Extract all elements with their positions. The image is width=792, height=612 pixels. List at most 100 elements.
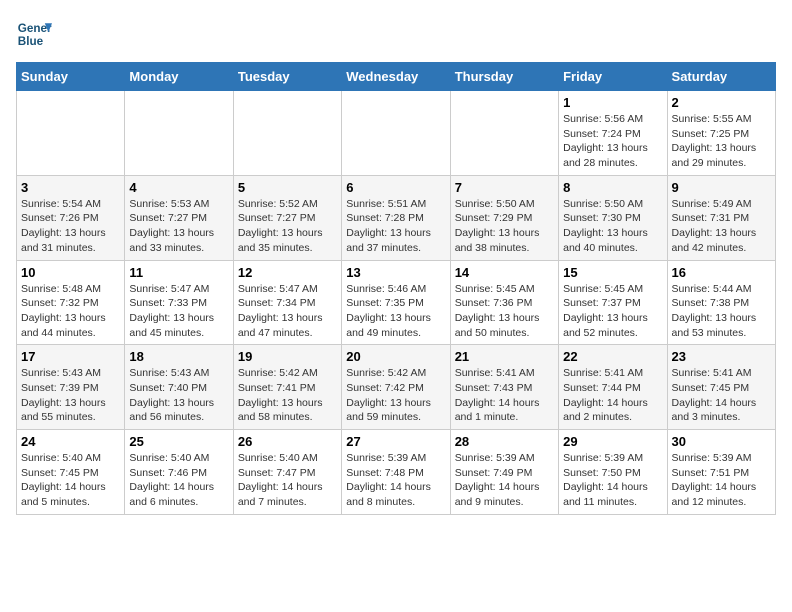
day-number: 25	[129, 434, 228, 449]
day-info-line: Sunset: 7:26 PM	[21, 211, 120, 226]
calendar-cell: 29Sunrise: 5:39 AMSunset: 7:50 PMDayligh…	[559, 430, 667, 515]
day-info-line: Sunrise: 5:42 AM	[346, 366, 445, 381]
calendar-cell: 21Sunrise: 5:41 AMSunset: 7:43 PMDayligh…	[450, 345, 558, 430]
day-info-line: Sunset: 7:36 PM	[455, 296, 554, 311]
day-number: 20	[346, 349, 445, 364]
calendar-table: SundayMondayTuesdayWednesdayThursdayFrid…	[16, 62, 776, 515]
calendar-cell: 2Sunrise: 5:55 AMSunset: 7:25 PMDaylight…	[667, 91, 775, 176]
day-number: 22	[563, 349, 662, 364]
day-info-line: Sunset: 7:32 PM	[21, 296, 120, 311]
calendar-cell: 8Sunrise: 5:50 AMSunset: 7:30 PMDaylight…	[559, 175, 667, 260]
calendar-cell: 27Sunrise: 5:39 AMSunset: 7:48 PMDayligh…	[342, 430, 450, 515]
calendar-cell: 13Sunrise: 5:46 AMSunset: 7:35 PMDayligh…	[342, 260, 450, 345]
day-info-line: Sunset: 7:30 PM	[563, 211, 662, 226]
day-info-line: Sunset: 7:28 PM	[346, 211, 445, 226]
day-info-line: Sunset: 7:27 PM	[238, 211, 337, 226]
day-info-line: Sunrise: 5:54 AM	[21, 197, 120, 212]
calendar-week-row: 24 Sunrise: 5:40 AMSunset: 7:45 PMDayligh…	[17, 430, 776, 515]
calendar-cell: 5Sunrise: 5:52 AMSunset: 7:27 PMDaylight…	[233, 175, 341, 260]
calendar-cell: 7Sunrise: 5:50 AMSunset: 7:29 PMDaylight…	[450, 175, 558, 260]
day-number: 15	[563, 265, 662, 280]
day-info-line: Sunrise: 5:41 AM	[455, 366, 554, 381]
day-number: 27	[346, 434, 445, 449]
day-number: 14	[455, 265, 554, 280]
weekday-header-monday: Monday	[125, 63, 233, 91]
day-number: 9	[672, 180, 771, 195]
calendar-cell: 11Sunrise: 5:47 AMSunset: 7:33 PMDayligh…	[125, 260, 233, 345]
calendar-cell: 25Sunrise: 5:40 AMSunset: 7:46 PMDayligh…	[125, 430, 233, 515]
day-number: 10	[21, 265, 120, 280]
day-number: 24	[21, 434, 120, 449]
calendar-week-row: 10Sunrise: 5:48 AMSunset: 7:32 PMDayligh…	[17, 260, 776, 345]
day-number: 21	[455, 349, 554, 364]
day-info-line: Sunrise: 5:50 AM	[563, 197, 662, 212]
calendar-cell	[17, 91, 125, 176]
day-info-line: Sunset: 7:45 PM	[21, 466, 120, 481]
day-number: 6	[346, 180, 445, 195]
calendar-cell: 30Sunrise: 5:39 AMSunset: 7:51 PMDayligh…	[667, 430, 775, 515]
day-number: 12	[238, 265, 337, 280]
day-info-line: Sunrise: 5:40 AM	[21, 451, 120, 466]
day-info-line: Sunrise: 5:49 AM	[672, 197, 771, 212]
day-info-line: Sunset: 7:46 PM	[129, 466, 228, 481]
day-info-line: Sunrise: 5:52 AM	[238, 197, 337, 212]
day-info-line: Daylight: 13 hours and 29 minutes.	[672, 141, 771, 170]
day-info-line: Sunrise: 5:41 AM	[563, 366, 662, 381]
day-number: 17	[21, 349, 120, 364]
day-number: 19	[238, 349, 337, 364]
calendar-cell	[450, 91, 558, 176]
calendar-cell: 1Sunrise: 5:56 AMSunset: 7:24 PMDaylight…	[559, 91, 667, 176]
svg-text:Blue: Blue	[18, 35, 44, 48]
day-info-line: Sunrise: 5:53 AM	[129, 197, 228, 212]
day-info-line: Daylight: 14 hours and 3 minutes.	[672, 396, 771, 425]
day-info-line: Sunrise: 5:47 AM	[238, 282, 337, 297]
day-info-line: Sunset: 7:47 PM	[238, 466, 337, 481]
day-info-line: Sunset: 7:37 PM	[563, 296, 662, 311]
day-info-line: Daylight: 13 hours and 37 minutes.	[346, 226, 445, 255]
calendar-cell	[342, 91, 450, 176]
weekday-header-row: SundayMondayTuesdayWednesdayThursdayFrid…	[17, 63, 776, 91]
day-info-line: Sunrise: 5:55 AM	[672, 112, 771, 127]
calendar-cell: 24 Sunrise: 5:40 AMSunset: 7:45 PMDayligh…	[17, 430, 125, 515]
day-info-line: Sunset: 7:24 PM	[563, 127, 662, 142]
day-number: 18	[129, 349, 228, 364]
day-info-line: Daylight: 13 hours and 50 minutes.	[455, 311, 554, 340]
day-info-line: Daylight: 13 hours and 42 minutes.	[672, 226, 771, 255]
day-info-line: Sunrise: 5:43 AM	[21, 366, 120, 381]
calendar-cell: 9Sunrise: 5:49 AMSunset: 7:31 PMDaylight…	[667, 175, 775, 260]
calendar-week-row: 1Sunrise: 5:56 AMSunset: 7:24 PMDaylight…	[17, 91, 776, 176]
day-info-line: Sunrise: 5:45 AM	[455, 282, 554, 297]
day-info-line: Daylight: 13 hours and 58 minutes.	[238, 396, 337, 425]
day-info-line: Sunrise: 5:50 AM	[455, 197, 554, 212]
day-info-line: Sunrise: 5:39 AM	[563, 451, 662, 466]
weekday-header-friday: Friday	[559, 63, 667, 91]
day-info-line: Daylight: 14 hours and 2 minutes.	[563, 396, 662, 425]
day-info-line: Daylight: 13 hours and 49 minutes.	[346, 311, 445, 340]
day-info-line: Daylight: 13 hours and 38 minutes.	[455, 226, 554, 255]
calendar-cell: 23Sunrise: 5:41 AMSunset: 7:45 PMDayligh…	[667, 345, 775, 430]
day-info-line: Daylight: 13 hours and 52 minutes.	[563, 311, 662, 340]
calendar-cell: 17Sunrise: 5:43 AMSunset: 7:39 PMDayligh…	[17, 345, 125, 430]
day-info-line: Daylight: 13 hours and 31 minutes.	[21, 226, 120, 255]
calendar-cell: 3Sunrise: 5:54 AMSunset: 7:26 PMDaylight…	[17, 175, 125, 260]
day-info-line: Sunrise: 5:47 AM	[129, 282, 228, 297]
day-info-line: Sunset: 7:40 PM	[129, 381, 228, 396]
day-number: 13	[346, 265, 445, 280]
day-info-line: Sunrise: 5:45 AM	[563, 282, 662, 297]
day-number: 4	[129, 180, 228, 195]
day-info-line: Daylight: 13 hours and 28 minutes.	[563, 141, 662, 170]
day-info-line: Daylight: 13 hours and 59 minutes.	[346, 396, 445, 425]
calendar-cell: 12Sunrise: 5:47 AMSunset: 7:34 PMDayligh…	[233, 260, 341, 345]
day-info-line: Sunset: 7:38 PM	[672, 296, 771, 311]
day-number: 7	[455, 180, 554, 195]
day-number: 11	[129, 265, 228, 280]
day-info-line: Daylight: 13 hours and 35 minutes.	[238, 226, 337, 255]
day-info-line: Sunrise: 5:43 AM	[129, 366, 228, 381]
day-info-line: Sunset: 7:43 PM	[455, 381, 554, 396]
day-number: 30	[672, 434, 771, 449]
day-number: 16	[672, 265, 771, 280]
day-info-line: Sunrise: 5:42 AM	[238, 366, 337, 381]
calendar-cell: 20Sunrise: 5:42 AMSunset: 7:42 PMDayligh…	[342, 345, 450, 430]
calendar-cell: 10Sunrise: 5:48 AMSunset: 7:32 PMDayligh…	[17, 260, 125, 345]
day-info-line: Daylight: 14 hours and 5 minutes.	[21, 480, 120, 509]
